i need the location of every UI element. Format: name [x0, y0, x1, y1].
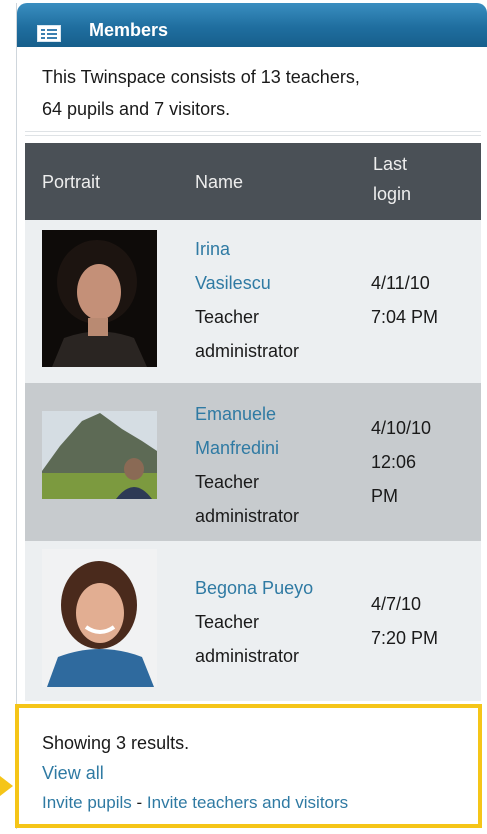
member-cell: Emanuele Manfredini Teacher administrato… [195, 397, 299, 533]
member-name-line: Emanuele [195, 404, 277, 424]
member-role-line: administrator [195, 646, 300, 666]
last-login-cell: 4/11/10 7:04 PM [371, 266, 438, 334]
summary-line-2: 64 pupils and 7 visitors. [42, 99, 231, 119]
member-name-line: Manfredini [195, 438, 280, 458]
members-list-icon [37, 25, 61, 42]
member-role-line: Teacher [195, 612, 260, 632]
table-header: Portrait Name Last login [25, 143, 481, 220]
member-role-line: Teacher [195, 307, 260, 327]
divider [25, 131, 481, 132]
summary-line-1: This Twinspace consists of 13 teachers, [42, 67, 360, 87]
member-name-link[interactable]: Irina Vasilescu [195, 232, 299, 300]
portrait-image [42, 549, 157, 687]
column-portrait: Portrait [42, 172, 101, 192]
last-login-date: 4/7/10 [371, 594, 422, 614]
highlight-arrow-icon [0, 776, 13, 796]
table-row: Emanuele Manfredini Teacher administrato… [25, 383, 481, 541]
member-name-link[interactable]: Begona Pueyo [195, 571, 313, 605]
portrait-image [42, 230, 157, 367]
column-last-login-line-1: Last [373, 154, 408, 174]
table-row: Begona Pueyo Teacher administrator 4/7/1… [25, 541, 481, 701]
column-last-login: Last login [373, 149, 411, 209]
last-login-date: 4/11/10 [371, 273, 430, 293]
last-login-time: PM [371, 486, 398, 506]
highlight-box [15, 704, 482, 828]
member-cell: Irina Vasilescu Teacher administrator [195, 232, 299, 368]
divider [25, 135, 481, 136]
panel-title: Members [89, 20, 169, 40]
members-summary: This Twinspace consists of 13 teachers, … [42, 61, 472, 125]
member-name-line: Vasilescu [195, 273, 271, 293]
last-login-date: 4/10/10 [371, 418, 432, 438]
table-row: Irina Vasilescu Teacher administrator 4/… [25, 220, 481, 383]
column-last-login-line-2: login [373, 184, 412, 204]
member-cell: Begona Pueyo Teacher administrator [195, 571, 313, 673]
member-role-line: administrator [195, 506, 300, 526]
member-name-line: Irina [195, 239, 231, 259]
last-login-time: 7:04 PM [371, 307, 439, 327]
panel-header: Members [17, 3, 487, 47]
column-name: Name [195, 172, 244, 192]
portrait-image [42, 411, 157, 499]
last-login-time: 7:20 PM [371, 628, 439, 648]
member-role-line: Teacher [195, 472, 260, 492]
member-role-line: administrator [195, 341, 300, 361]
member-name-line: Begona Pueyo [195, 578, 314, 598]
last-login-time: 12:06 [371, 452, 417, 472]
last-login-cell: 4/7/10 7:20 PM [371, 587, 438, 655]
member-name-link[interactable]: Emanuele Manfredini [195, 397, 299, 465]
last-login-cell: 4/10/10 12:06 PM [371, 411, 431, 513]
